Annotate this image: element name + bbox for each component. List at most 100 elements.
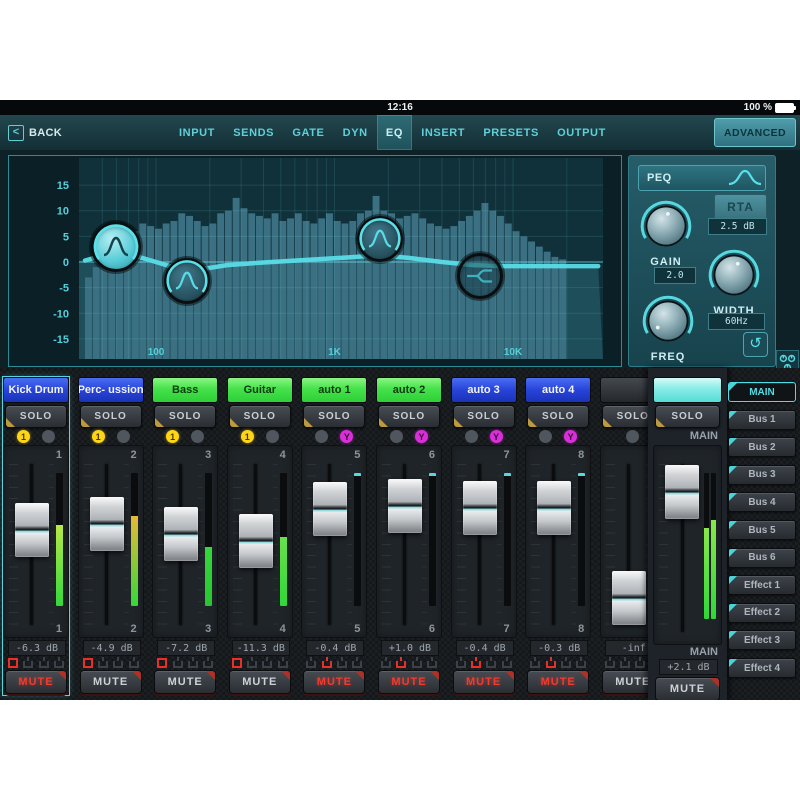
fader-dark-icon[interactable] xyxy=(187,657,199,669)
fader-handle[interactable] xyxy=(612,571,646,625)
channel-name[interactable]: Bass xyxy=(152,377,218,403)
fader-dark-icon[interactable] xyxy=(634,657,646,669)
solo-button[interactable]: SOLO xyxy=(5,405,67,428)
tab-output[interactable]: OUTPUT xyxy=(548,115,615,150)
fader-dark-icon[interactable] xyxy=(202,657,214,669)
fader-red-icon[interactable] xyxy=(395,657,407,669)
solo-button[interactable]: SOLO xyxy=(80,405,142,428)
fader-dark-icon[interactable] xyxy=(485,657,497,669)
sidebar-item-bus-5[interactable]: Bus 5 xyxy=(728,520,796,540)
fader-dark-icon[interactable] xyxy=(351,657,363,669)
sidebar-item-bus-3[interactable]: Bus 3 xyxy=(728,465,796,485)
tab-eq[interactable]: EQ xyxy=(377,115,412,150)
sidebar-item-bus-1[interactable]: Bus 1 xyxy=(728,410,796,430)
fader-dark-icon[interactable] xyxy=(619,657,631,669)
mute-button[interactable]: MUTE xyxy=(5,670,67,694)
square-red-icon[interactable] xyxy=(156,657,168,669)
sidebar-item-effect-3[interactable]: Effect 3 xyxy=(728,630,796,650)
channel-name[interactable]: auto 2 xyxy=(376,377,442,403)
mute-button[interactable]: MUTE xyxy=(80,670,142,694)
fader-dark-icon[interactable] xyxy=(560,657,572,669)
fader-dark-icon[interactable] xyxy=(246,657,258,669)
eq-band-3-handle[interactable] xyxy=(357,216,403,262)
fader-dark-icon[interactable] xyxy=(501,657,513,669)
fader-handle[interactable] xyxy=(239,514,273,568)
fader-handle[interactable] xyxy=(90,497,124,551)
eq-band-2-handle[interactable] xyxy=(164,258,210,304)
channel-name[interactable] xyxy=(600,377,648,403)
fader-red-icon[interactable] xyxy=(545,657,557,669)
tab-insert[interactable]: INSERT xyxy=(412,115,474,150)
fader-dark-icon[interactable] xyxy=(261,657,273,669)
fader-dark-icon[interactable] xyxy=(336,657,348,669)
fader-dark-icon[interactable] xyxy=(529,657,541,669)
advanced-button[interactable]: ADVANCED xyxy=(714,118,796,147)
fader-handle[interactable] xyxy=(388,479,422,533)
mute-button[interactable]: MUTE xyxy=(378,670,440,694)
mute-button[interactable]: MUTE xyxy=(453,670,515,694)
sidebar-item-effect-4[interactable]: Effect 4 xyxy=(728,658,796,678)
eq-band-1-handle[interactable] xyxy=(91,222,141,272)
fader-dark-icon[interactable] xyxy=(112,657,124,669)
square-red-icon[interactable] xyxy=(82,657,94,669)
channel-name[interactable]: auto 1 xyxy=(301,377,367,403)
eq-band-4-handle[interactable] xyxy=(457,253,503,299)
solo-button[interactable]: SOLO xyxy=(229,405,291,428)
freq-knob[interactable] xyxy=(640,293,696,349)
fader-dark-icon[interactable] xyxy=(575,657,587,669)
mute-button[interactable]: MUTE xyxy=(229,670,291,694)
solo-button[interactable]: SOLO xyxy=(453,405,515,428)
tab-presets[interactable]: PRESETS xyxy=(474,115,548,150)
solo-button[interactable]: SOLO xyxy=(655,405,720,428)
fader-dark-icon[interactable] xyxy=(277,657,289,669)
solo-button[interactable]: SOLO xyxy=(527,405,589,428)
tab-dyn[interactable]: DYN xyxy=(334,115,377,150)
fader-handle[interactable] xyxy=(313,482,347,536)
fader-dark-icon[interactable] xyxy=(38,657,50,669)
tab-input[interactable]: INPUT xyxy=(170,115,224,150)
fader-dark-icon[interactable] xyxy=(22,657,34,669)
sidebar-item-effect-1[interactable]: Effect 1 xyxy=(728,575,796,595)
channel-name[interactable]: Kick Drum xyxy=(3,377,69,403)
sidebar-item-main[interactable]: MAIN xyxy=(728,382,796,402)
fader-dark-icon[interactable] xyxy=(305,657,317,669)
channel-name[interactable]: Perc- ussion xyxy=(78,377,144,403)
fader-red-icon[interactable] xyxy=(321,657,333,669)
square-red-icon[interactable] xyxy=(7,657,19,669)
mute-button[interactable]: MUTE xyxy=(303,670,365,694)
fader-dark-icon[interactable] xyxy=(604,657,616,669)
mute-button[interactable]: MUTE xyxy=(154,670,216,694)
channel-name[interactable]: auto 3 xyxy=(451,377,517,403)
solo-button[interactable]: SOLO xyxy=(303,405,365,428)
gain-knob[interactable] xyxy=(638,198,694,254)
fader-handle[interactable] xyxy=(665,465,699,519)
reset-button[interactable]: ↺ xyxy=(743,332,768,357)
channel-name[interactable]: auto 4 xyxy=(525,377,591,403)
main-channel-name[interactable] xyxy=(653,377,722,403)
sidebar-item-effect-2[interactable]: Effect 2 xyxy=(728,603,796,623)
fader-dark-icon[interactable] xyxy=(411,657,423,669)
mute-button[interactable]: MUTE xyxy=(602,670,648,694)
fader-handle[interactable] xyxy=(463,481,497,535)
sidebar-item-bus-2[interactable]: Bus 2 xyxy=(728,437,796,457)
eq-type-select[interactable]: PEQ xyxy=(638,165,766,191)
square-red-icon[interactable] xyxy=(231,657,243,669)
fader-dark-icon[interactable] xyxy=(380,657,392,669)
mute-button[interactable]: MUTE xyxy=(655,677,720,700)
fader-red-icon[interactable] xyxy=(470,657,482,669)
fader-handle[interactable] xyxy=(15,503,49,557)
tab-gate[interactable]: GATE xyxy=(283,115,333,150)
fader-handle[interactable] xyxy=(164,507,198,561)
channel-name[interactable]: Guitar xyxy=(227,377,293,403)
sidebar-item-bus-6[interactable]: Bus 6 xyxy=(728,548,796,568)
rta-button[interactable]: RTA xyxy=(714,194,767,220)
fader-dark-icon[interactable] xyxy=(97,657,109,669)
sidebar-item-bus-4[interactable]: Bus 4 xyxy=(728,492,796,512)
fader-dark-icon[interactable] xyxy=(455,657,467,669)
fader-dark-icon[interactable] xyxy=(172,657,184,669)
fader-dark-icon[interactable] xyxy=(128,657,140,669)
fader-dark-icon[interactable] xyxy=(426,657,438,669)
solo-button[interactable]: SOLO xyxy=(378,405,440,428)
fader-dark-icon[interactable] xyxy=(53,657,65,669)
fader-handle[interactable] xyxy=(537,481,571,535)
